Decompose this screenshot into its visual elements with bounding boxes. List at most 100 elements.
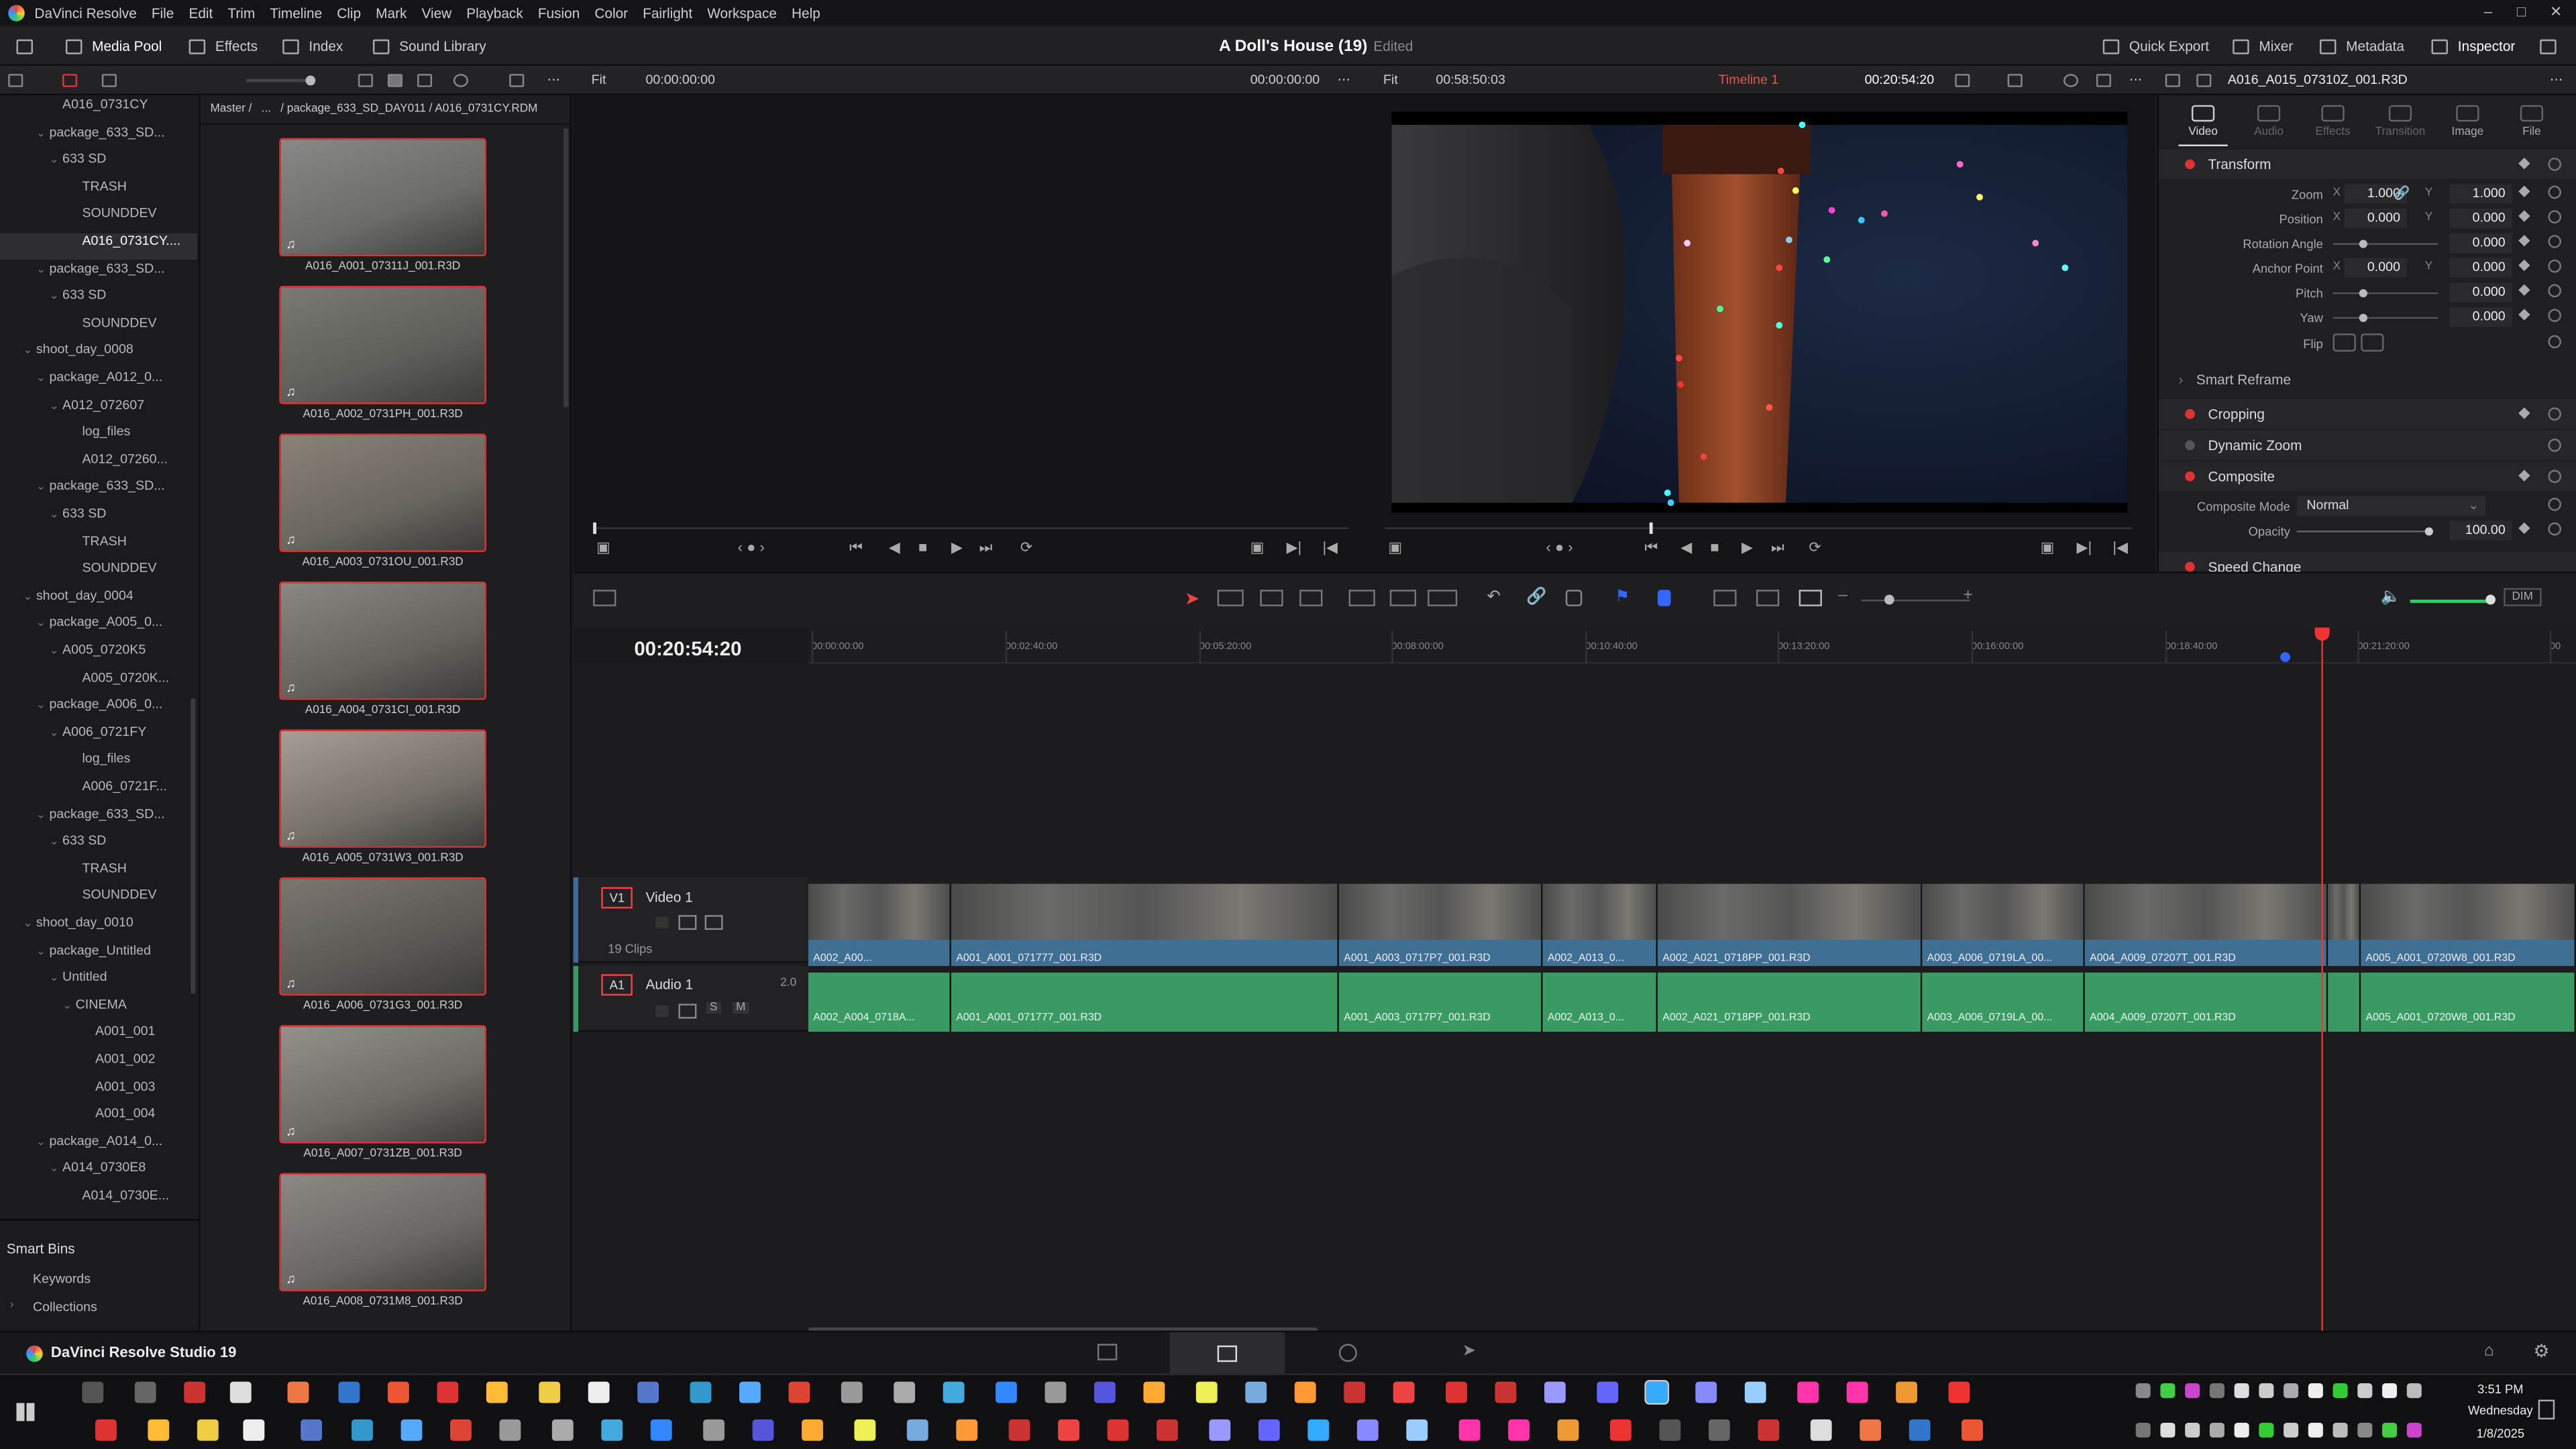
app-icon[interactable]: [1195, 1381, 1218, 1403]
program-options-icon[interactable]: ⋯: [2129, 72, 2143, 87]
source-prev-icon[interactable]: |◀: [1322, 539, 1338, 557]
bin-tree-item[interactable]: A001_001: [0, 1024, 197, 1051]
opacity-input[interactable]: 100.00: [2449, 521, 2512, 541]
explorer-icon[interactable]: [539, 1381, 561, 1403]
app-icon[interactable]: [894, 1381, 916, 1403]
opacity-keyframe-icon[interactable]: [2518, 522, 2530, 535]
app-icon[interactable]: [943, 1381, 965, 1403]
program-jog-icon[interactable]: ‹ ● ›: [1546, 539, 1573, 555]
inspector-split-icon[interactable]: [2196, 74, 2212, 87]
thumb-size-handle[interactable]: [305, 75, 316, 86]
app-icon[interactable]: [1245, 1381, 1267, 1403]
anchor-x-input[interactable]: 0.000: [2344, 258, 2407, 278]
taskbar-app-icon[interactable]: [551, 1419, 574, 1441]
bin-tree-item[interactable]: ⌄ Untitled: [0, 969, 197, 996]
flip-vertical-icon[interactable]: [2361, 333, 2384, 352]
thumb-size-slider[interactable]: [246, 75, 316, 86]
bin-tree-item[interactable]: ⌄ A005_0720K5: [0, 643, 197, 669]
anchor-reset-icon[interactable]: [2548, 259, 2561, 273]
bin-tree-item[interactable]: ⌄ shoot_day_0008: [0, 342, 197, 368]
taskbar-app-icon[interactable]: [450, 1419, 472, 1441]
bin-tree-item[interactable]: A005_0720K...: [0, 669, 197, 696]
pitch-slider[interactable]: [2332, 292, 2438, 294]
app-icon[interactable]: [690, 1381, 712, 1403]
taskbar-app-icon[interactable]: [650, 1419, 672, 1441]
video-clip[interactable]: [2328, 883, 2361, 967]
system-tray-icon[interactable]: [2209, 1383, 2224, 1399]
minimize-icon[interactable]: –: [2484, 3, 2492, 19]
media-pool-scrollbar[interactable]: [564, 128, 569, 408]
media-clip-thumbnail[interactable]: ♫ A016_A004_0731CI_001.R3D: [279, 581, 486, 716]
full-extent-zoom-icon[interactable]: [1713, 590, 1737, 606]
taskbar-app-icon[interactable]: [1107, 1419, 1129, 1441]
bin-tree-item[interactable]: ⌄ A014_0730E8: [0, 1161, 197, 1187]
replace-clip-icon[interactable]: [1428, 590, 1458, 606]
menu-file[interactable]: File: [152, 5, 174, 21]
bin-tree-item[interactable]: ⌄ A006_0721FY: [0, 724, 197, 751]
pitch-input[interactable]: 0.000: [2449, 282, 2512, 303]
program-prev-icon[interactable]: |◀: [2112, 539, 2128, 557]
audio-clip[interactable]: A003_A006_0719LA_00...: [1922, 972, 2085, 1032]
tree-expand-chevron-icon[interactable]: ⌄: [49, 726, 62, 739]
video-clip[interactable]: A005_A001_0720W8_001.R3D: [2361, 883, 2576, 967]
aftereffects-icon[interactable]: [1544, 1381, 1566, 1403]
audio-clip[interactable]: [2328, 972, 2361, 1032]
dynamic-zoom-reset-icon[interactable]: [2548, 438, 2561, 452]
app-icon[interactable]: [1948, 1381, 1970, 1403]
position-x-input[interactable]: 0.000: [2344, 209, 2407, 229]
zoom-reset-icon[interactable]: [2548, 185, 2561, 199]
system-tray-icon[interactable]: [2284, 1383, 2299, 1399]
v1-lock-icon[interactable]: [655, 916, 669, 928]
a1-solo-button[interactable]: S: [706, 1002, 721, 1014]
toolbar-expand-icon[interactable]: [2540, 26, 2566, 66]
volume-handle[interactable]: [2485, 594, 2496, 605]
app-icon[interactable]: [1143, 1381, 1165, 1403]
marker-icon[interactable]: [1658, 590, 1671, 606]
tree-expand-chevron-icon[interactable]: ⌄: [23, 344, 36, 357]
rotation-keyframe-icon[interactable]: [2518, 235, 2530, 247]
timeline-ruler[interactable]: 00:00:00:00 00:02:40:00 00:05:20:00 00:08:0…: [808, 627, 2576, 664]
bin-tree-item[interactable]: A016_0731CY....: [0, 233, 197, 260]
source-fit-dropdown[interactable]: Fit: [592, 72, 606, 87]
dim-button[interactable]: DIM: [2504, 588, 2542, 606]
menu-playback[interactable]: Playback: [466, 5, 523, 21]
transform-reset-icon[interactable]: [2548, 158, 2561, 171]
a1-mute-button[interactable]: M: [733, 1002, 749, 1014]
tree-expand-chevron-icon[interactable]: ⌄: [49, 508, 62, 521]
system-tray-icon[interactable]: [2259, 1383, 2274, 1399]
source-go-start-icon[interactable]: ⏮: [849, 539, 863, 557]
taskbar-app-icon[interactable]: [148, 1419, 170, 1441]
calculator-icon[interactable]: [841, 1381, 863, 1403]
insert-clip-icon[interactable]: [1348, 590, 1375, 606]
tree-expand-chevron-icon[interactable]: ⌄: [36, 698, 50, 712]
app-icon[interactable]: [1393, 1381, 1415, 1403]
cropping-reset-icon[interactable]: [2548, 407, 2561, 421]
audio-clip[interactable]: A005_A001_0720W8_001.R3D: [2361, 972, 2576, 1032]
app-icon[interactable]: [996, 1381, 1017, 1403]
speed-change-enable-icon[interactable]: [2185, 561, 2195, 572]
media-clip-thumbnail[interactable]: ♫ A016_A007_0731ZB_001.R3D: [279, 1025, 486, 1160]
taskbar-app-icon[interactable]: [95, 1419, 117, 1441]
tree-expand-chevron-icon[interactable]: ⌄: [36, 480, 50, 494]
media-pool-button[interactable]: Media Pool: [65, 26, 162, 66]
video-clip[interactable]: A002_A00...: [808, 883, 951, 967]
system-tray-icon[interactable]: [2308, 1383, 2323, 1399]
opacity-slider[interactable]: [2296, 531, 2432, 533]
composite-enable-icon[interactable]: [2185, 471, 2195, 482]
rotation-slider-handle[interactable]: [2359, 239, 2368, 248]
composite-section[interactable]: Composite: [2158, 462, 2576, 492]
audio-clip[interactable]: A002_A013_0...: [1542, 972, 1658, 1032]
timeline-playhead[interactable]: [2321, 627, 2323, 1331]
media-clip-thumbnail[interactable]: ♫ A016_A003_0731OU_001.R3D: [279, 433, 486, 568]
menu-clip[interactable]: Clip: [337, 5, 361, 21]
system-tray-icon[interactable]: [2382, 1422, 2398, 1438]
menu-timeline[interactable]: Timeline: [270, 5, 322, 21]
position-lock-icon[interactable]: [1565, 590, 1582, 606]
rotation-slider[interactable]: [2332, 243, 2438, 245]
video-clip[interactable]: A004_A009_07207T_001.R3D: [2084, 883, 2328, 967]
inspector-options-icon[interactable]: ⋯: [2550, 72, 2563, 87]
bin-tree-scrollbar[interactable]: [191, 698, 196, 994]
source-view-options-icon[interactable]: ▣: [596, 539, 610, 557]
bin-tree-item[interactable]: log_files: [0, 751, 197, 777]
bin-tree-item[interactable]: A012_07260...: [0, 451, 197, 478]
